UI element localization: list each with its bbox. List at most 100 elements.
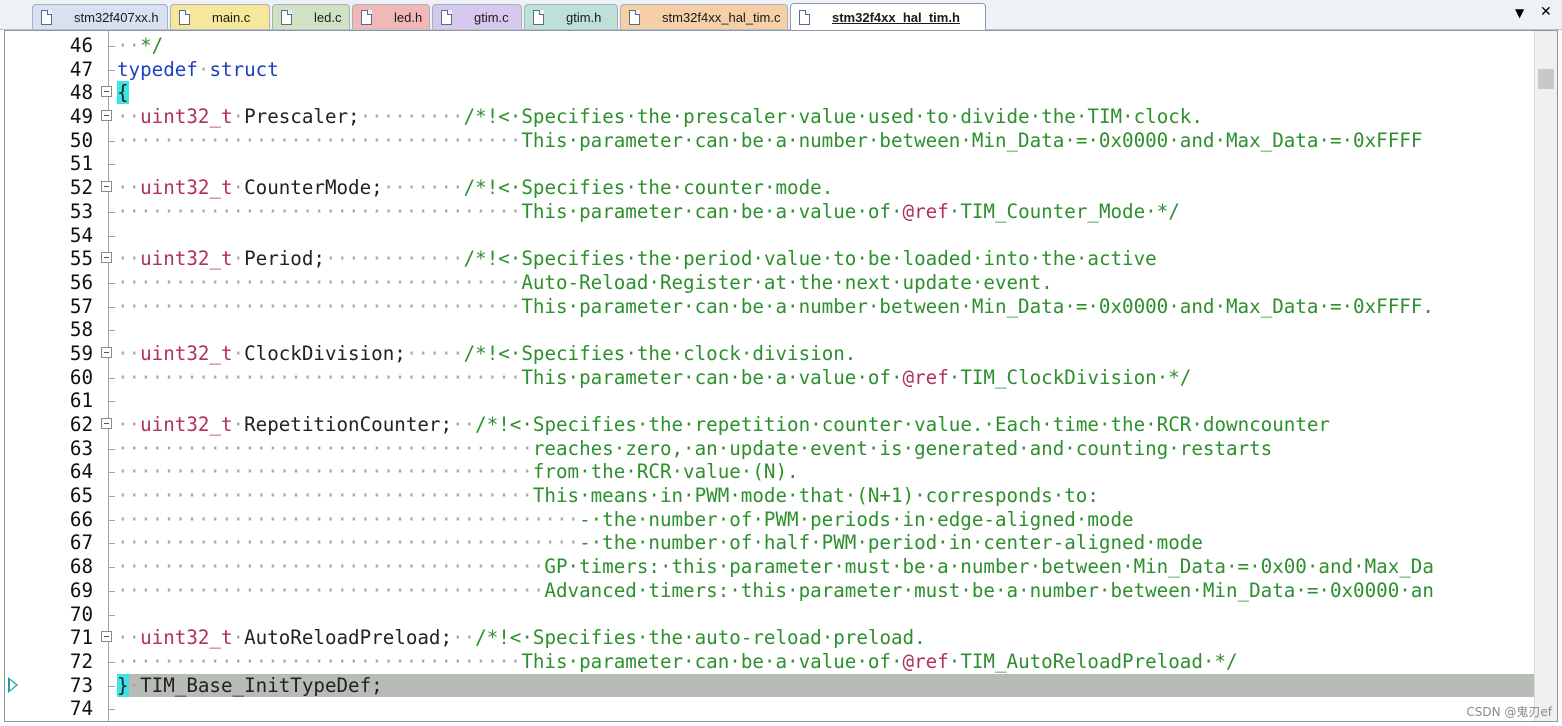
- code-line[interactable]: 58: [5, 318, 1535, 342]
- fold-guide-tick: [108, 46, 115, 47]
- token-dots: ··: [117, 341, 141, 365]
- token-dots: ········································: [117, 507, 580, 531]
- code-text: ··uint32_t·Period;············/*!<·Speci…: [117, 247, 1535, 271]
- token-cm: reaches·zero,·an·update·event·is·generat…: [532, 436, 1273, 460]
- code-line[interactable]: 61: [5, 389, 1535, 413]
- code-line[interactable]: 55 ··uint32_t·Period;············/*!<·Spe…: [5, 247, 1535, 271]
- token-dots: ········································: [117, 531, 580, 555]
- fold-guide-tick: [108, 401, 115, 403]
- token-ty: uint32_t: [140, 176, 233, 200]
- vertical-scrollbar[interactable]: [1534, 31, 1557, 721]
- token-dots: ··: [117, 34, 141, 57]
- token-dots: ··: [117, 105, 141, 129]
- token-cm: Advanced·timers:·this·parameter·must·be·…: [544, 578, 1434, 602]
- token-dots: ···································: [117, 294, 522, 318]
- line-number: 73: [69, 673, 93, 697]
- fold-collapse-icon[interactable]: [101, 252, 112, 264]
- code-line[interactable]: 67 ······································…: [5, 531, 1535, 555]
- fold-guide-tick: [108, 377, 115, 379]
- tab-stm32f407xx-h[interactable]: stm32f407xx.h: [32, 4, 168, 29]
- token-cm: This·parameter·can·be·a·value·of·: [521, 365, 903, 389]
- fold-guide-tick: [108, 69, 115, 71]
- line-number: 57: [69, 294, 93, 318]
- tab-stm32f4xx-hal-tim-c[interactable]: stm32f4xx_hal_tim.c: [620, 4, 788, 29]
- token-dots: ··: [117, 176, 141, 200]
- code-line[interactable]: 66 ······································…: [5, 508, 1535, 532]
- code-line[interactable]: 49 ··uint32_t·Prescaler;·········/*!<·Spe…: [5, 105, 1535, 129]
- fold-collapse-icon[interactable]: [101, 346, 112, 358]
- fold-collapse-icon[interactable]: [101, 418, 112, 429]
- code-line[interactable]: 54: [5, 224, 1535, 248]
- code-line[interactable]: 60 ···································Thi…: [5, 366, 1535, 390]
- code-text: ··uint32_t·RepetitionCounter;··/*!<·Spec…: [117, 413, 1535, 437]
- code-line[interactable]: 47 typedef·struct: [5, 58, 1535, 82]
- fold-collapse-icon[interactable]: [101, 181, 112, 193]
- file-icon: [281, 9, 292, 25]
- token-dots: ·····································: [117, 555, 545, 579]
- token-cm: -·the·number·of·half·PWM·period·in·cente…: [579, 531, 1203, 555]
- code-text: ····································This…: [117, 484, 1535, 508]
- code-line[interactable]: 57 ···································Thi…: [5, 295, 1535, 319]
- code-line[interactable]: 63 ····································re…: [5, 437, 1535, 461]
- token-cm: GP·timers:·this·parameter·must·be·a·numb…: [544, 555, 1434, 579]
- token-ty: @ref: [902, 649, 949, 673]
- code-area[interactable]: 46 ··*/47 typedef·struct 48{49 ··uint32_t·Pr…: [5, 34, 1535, 721]
- token-dots: ···································: [117, 128, 522, 152]
- token-dots: ···································: [117, 365, 522, 389]
- code-line[interactable]: 69 ·····································A…: [5, 579, 1535, 603]
- token-cm: ·TIM_AutoReloadPreload·*/: [948, 649, 1238, 673]
- token-dots: ···································: [117, 649, 522, 673]
- line-number: 69: [69, 578, 93, 602]
- tab-led-c[interactable]: led.c: [272, 4, 350, 29]
- line-number: 50: [69, 128, 93, 152]
- code-line[interactable]: 52 ··uint32_t·CounterMode;·······/*!<·Spe…: [5, 176, 1535, 200]
- tab-label: led.c: [314, 9, 342, 25]
- token-dots: ····································: [117, 484, 533, 508]
- tab-led-h[interactable]: led.h: [352, 4, 430, 29]
- close-tab-icon[interactable]: ✕: [1540, 4, 1552, 20]
- tab-main-c[interactable]: main.c: [170, 4, 270, 29]
- code-editor[interactable]: 46 ··*/47 typedef·struct 48{49 ··uint32_t·Pr…: [4, 30, 1558, 722]
- code-line[interactable]: 74: [5, 697, 1535, 721]
- fold-guide-tick: [108, 614, 115, 616]
- code-text: ····································reac…: [117, 437, 1535, 461]
- code-line[interactable]: 50 ···································Thi…: [5, 129, 1535, 153]
- code-line[interactable]: 51: [5, 152, 1535, 176]
- token-cm: */: [140, 34, 164, 57]
- code-line[interactable]: 56 ···································Aut…: [5, 271, 1535, 295]
- code-line[interactable]: 71 ··uint32_t·AutoReloadPreload;··/*!<·Sp…: [5, 626, 1535, 650]
- code-line[interactable]: 59 ··uint32_t·ClockDivision;·····/*!<·Spe…: [5, 342, 1535, 366]
- fold-collapse-icon[interactable]: [101, 110, 112, 122]
- scrollbar-thumb[interactable]: [1538, 69, 1554, 89]
- code-line[interactable]: 46 ··*/: [5, 34, 1535, 58]
- token-dots: ···································: [117, 270, 522, 294]
- fold-collapse-icon[interactable]: [101, 631, 112, 643]
- tab-gtim-h[interactable]: gtim.h: [524, 4, 618, 29]
- code-line[interactable]: 48 {: [5, 81, 1535, 105]
- file-icon: [799, 9, 810, 25]
- token-cm: This·parameter·can·be·a·number·between·M…: [521, 128, 1423, 152]
- line-number: 68: [69, 555, 93, 579]
- code-line[interactable]: 53 ···································Thi…: [5, 200, 1535, 224]
- code-line[interactable]: 68 ·····································G…: [5, 555, 1535, 579]
- fold-collapse-icon[interactable]: [101, 86, 112, 98]
- code-line[interactable]: 65 ····································Th…: [5, 484, 1535, 508]
- file-icon: [41, 9, 52, 25]
- tab-gtim-c[interactable]: gtim.c: [432, 4, 522, 29]
- code-line[interactable]: 72 ···································Thi…: [5, 650, 1535, 674]
- line-number: 59: [69, 341, 93, 365]
- code-line[interactable]: 62 ··uint32_t·RepetitionCounter;··/*!<·Sp…: [5, 413, 1535, 437]
- line-number: 65: [69, 484, 93, 508]
- token-dots: ·: [128, 673, 141, 697]
- fold-guide-tick: [108, 567, 115, 569]
- token-dots: ····································: [117, 436, 533, 460]
- token-brace: {: [117, 81, 129, 105]
- code-text: typedef·struct: [117, 58, 1535, 82]
- token-cm: Auto-Reload·Register·at·the·next·update·…: [521, 270, 1053, 294]
- code-line[interactable]: 70: [5, 603, 1535, 627]
- tab-stm32f4xx-hal-tim-h[interactable]: stm32f4xx_hal_tim.h: [790, 3, 986, 30]
- code-line[interactable]: 73}·TIM_Base_InitTypeDef;: [5, 673, 1535, 698]
- fold-guide-tick: [108, 282, 115, 284]
- code-line[interactable]: 64 ····································fr…: [5, 460, 1535, 484]
- tab-list-dropdown-icon[interactable]: ▼: [1515, 6, 1524, 20]
